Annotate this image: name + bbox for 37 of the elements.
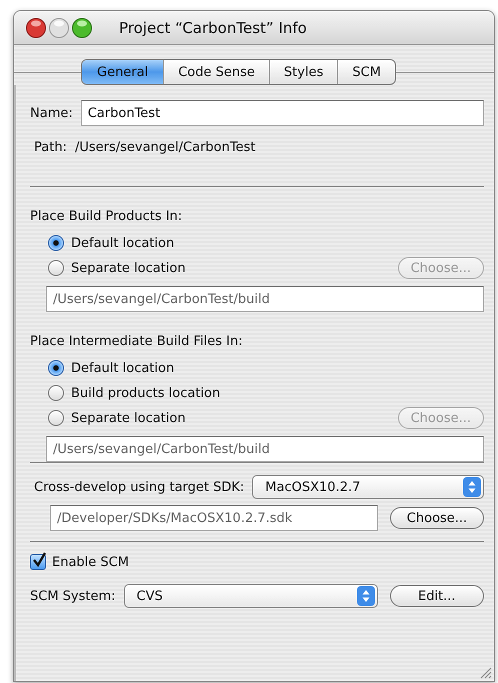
radio-label: Separate location xyxy=(71,260,186,276)
radio-button[interactable] xyxy=(48,410,64,426)
window-title: Project “CarbonTest” Info xyxy=(119,18,307,36)
tab[interactable]: Code Sense xyxy=(163,60,269,84)
section-heading: Place Build Products In: xyxy=(30,209,184,224)
radio-button[interactable] xyxy=(48,235,64,251)
radio-button[interactable] xyxy=(48,360,64,376)
path-field[interactable]: /Users/sevangel/CarbonTest/build xyxy=(46,436,484,462)
sdk-path-field[interactable]: /Developer/SDKs/MacOSX10.2.7.sdk xyxy=(50,505,378,531)
radio-label: Separate location xyxy=(71,410,186,426)
resize-grip-icon[interactable] xyxy=(478,665,492,679)
tab[interactable]: SCM xyxy=(337,60,395,84)
path-field[interactable]: /Users/sevangel/CarbonTest/build xyxy=(46,286,484,312)
name-label: Name: xyxy=(30,106,73,120)
popup-arrows-icon xyxy=(356,586,375,606)
zoom-button[interactable] xyxy=(72,18,92,38)
radio-button[interactable] xyxy=(48,260,64,276)
tab[interactable]: General xyxy=(82,60,164,84)
checkbox[interactable] xyxy=(30,554,46,570)
tab[interactable]: Styles xyxy=(268,60,338,84)
radio-label: Default location xyxy=(71,360,174,376)
radio-button[interactable] xyxy=(48,385,64,401)
close-button[interactable] xyxy=(26,18,46,38)
path-label: Path: xyxy=(34,140,67,155)
edit-button[interactable]: Edit... xyxy=(390,585,484,607)
choose-button[interactable]: Choose... xyxy=(390,507,484,529)
radio-label: Build products location xyxy=(71,386,220,400)
path-value: /Users/sevangel/CarbonTest xyxy=(74,140,256,155)
sdk-popup[interactable]: MacOSX10.2.7 xyxy=(252,475,484,499)
scm-system-label: SCM System: xyxy=(30,588,116,604)
sdk-label: Cross-develop using target SDK: xyxy=(34,480,244,494)
scm-system-popup[interactable]: CVS xyxy=(124,584,378,608)
checkbox-label: Enable SCM xyxy=(52,554,129,570)
popup-arrows-icon xyxy=(463,477,481,497)
name-field[interactable]: CarbonTest xyxy=(80,100,484,126)
radio-label: Default location xyxy=(71,236,174,250)
section-heading: Place Intermediate Build Files In: xyxy=(30,334,244,349)
